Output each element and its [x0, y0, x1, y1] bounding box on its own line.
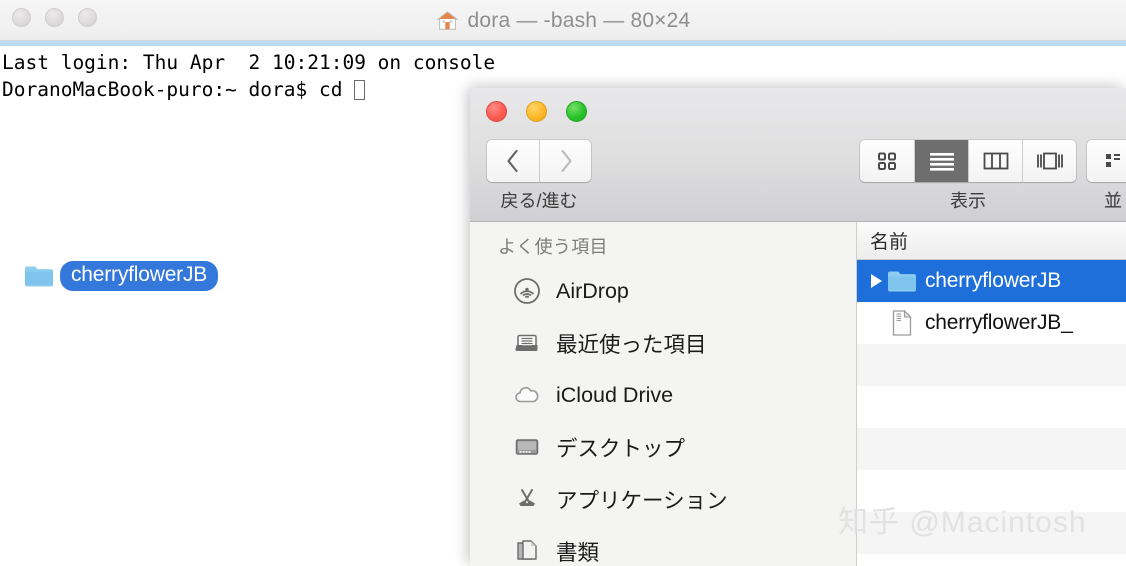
view-mode-group: 表示: [860, 140, 1076, 213]
file-list-header[interactable]: 名前: [857, 222, 1126, 260]
view-mode-caption: 表示: [950, 191, 986, 211]
folder-icon: [25, 266, 53, 287]
sidebar-item-applications[interactable]: アプリケーション: [470, 473, 856, 525]
forward-button[interactable]: [539, 140, 591, 182]
dragged-folder-label: cherryflowerJB: [60, 261, 219, 291]
view-mode-segment: [860, 140, 1076, 182]
finder-toolbar[interactable]: 戻る/進む 表示 並: [470, 88, 1126, 222]
arrange-icon: [1106, 154, 1120, 167]
table-row[interactable]: cherryflowerJB_: [857, 302, 1126, 344]
nav-buttons-group: 戻る/進む: [487, 140, 591, 213]
table-row[interactable]: cherryflowerJB: [857, 260, 1126, 302]
desktop-icon: [512, 432, 542, 462]
terminal-cursor: [354, 80, 366, 100]
sidebar-item-airdrop[interactable]: AirDrop: [470, 265, 856, 317]
table-row[interactable]: [857, 512, 1126, 554]
sidebar-item-label: アプリケーション: [556, 488, 728, 513]
terminal-prompt-text: DoranoMacBook-puro:~ dora$ cd: [2, 78, 355, 101]
table-row[interactable]: [857, 386, 1126, 428]
dragged-folder-item[interactable]: cherryflowerJB: [24, 261, 219, 291]
applications-icon: [512, 484, 542, 514]
finder-close-button[interactable]: [486, 101, 507, 122]
icon-view-icon: [878, 152, 896, 170]
sidebar-item-label: 最近使った項目: [556, 332, 707, 357]
sidebar-item-label: 書類: [556, 540, 600, 565]
documents-icon: [512, 536, 542, 566]
disclosure-triangle-icon[interactable]: [865, 274, 887, 288]
table-row[interactable]: [857, 428, 1126, 470]
finder-zoom-button[interactable]: [566, 101, 587, 122]
nav-segment: [487, 140, 591, 182]
folder-icon: [887, 269, 917, 293]
finder-window: 戻る/進む 表示 並 よく使う項目 AirDrop 最近使った項目 iCloud…: [470, 88, 1126, 566]
sidebar-item-recents[interactable]: 最近使った項目: [470, 317, 856, 369]
sidebar-item-label: iCloud Drive: [556, 382, 674, 407]
terminal-title-text: dora — -bash — 80×24: [467, 8, 691, 32]
home-icon: [436, 10, 459, 30]
list-view-icon: [929, 153, 954, 171]
icloud-icon: [512, 380, 542, 410]
terminal-output-line: Last login: Thu Apr 2 10:21:09 on consol…: [2, 51, 496, 74]
terminal-titlebar[interactable]: dora — -bash — 80×24: [0, 0, 1126, 41]
file-name: cherryflowerJB_: [925, 311, 1073, 334]
arrange-caption: 並: [1104, 191, 1122, 211]
finder-file-list: 名前 cherryflowerJB cherryflowerJB_: [857, 222, 1126, 566]
table-row[interactable]: [857, 554, 1126, 566]
finder-sidebar: よく使う項目 AirDrop 最近使った項目 iCloud Drive デスクト…: [470, 222, 857, 566]
back-button[interactable]: [487, 140, 539, 182]
column-view-icon: [983, 152, 1008, 170]
arrange-segment: [1087, 140, 1126, 182]
gallery-view-button[interactable]: [1022, 140, 1076, 182]
arrange-group: 並: [1087, 140, 1126, 213]
screen: dora — -bash — 80×24 Last login: Thu Apr…: [0, 0, 1126, 566]
icon-view-button[interactable]: [860, 140, 914, 182]
chevron-right-icon: [560, 149, 572, 173]
table-row[interactable]: [857, 470, 1126, 512]
terminal-title-area: dora — -bash — 80×24: [0, 0, 1126, 41]
sidebar-section-header: よく使う項目: [498, 237, 608, 257]
recents-icon: [512, 328, 542, 358]
chevron-left-icon: [507, 149, 518, 173]
column-view-button[interactable]: [968, 140, 1022, 182]
sidebar-item-label: AirDrop: [556, 278, 629, 303]
column-header-name: 名前: [870, 232, 909, 253]
finder-minimize-button[interactable]: [526, 101, 547, 122]
file-icon: [887, 309, 917, 337]
list-view-button[interactable]: [914, 140, 968, 182]
table-row[interactable]: [857, 344, 1126, 386]
sidebar-item-icloud-drive[interactable]: iCloud Drive: [470, 369, 856, 421]
gallery-view-icon: [1036, 152, 1063, 170]
nav-caption: 戻る/進む: [500, 191, 578, 211]
sidebar-item-desktop[interactable]: デスクトップ: [470, 421, 856, 473]
file-name: cherryflowerJB: [925, 269, 1062, 292]
sidebar-item-label: デスクトップ: [556, 436, 686, 461]
finder-traffic-lights: [486, 101, 587, 122]
airdrop-icon: [512, 276, 542, 306]
arrange-button[interactable]: [1087, 140, 1126, 182]
sidebar-item-documents[interactable]: 書類: [470, 525, 856, 566]
